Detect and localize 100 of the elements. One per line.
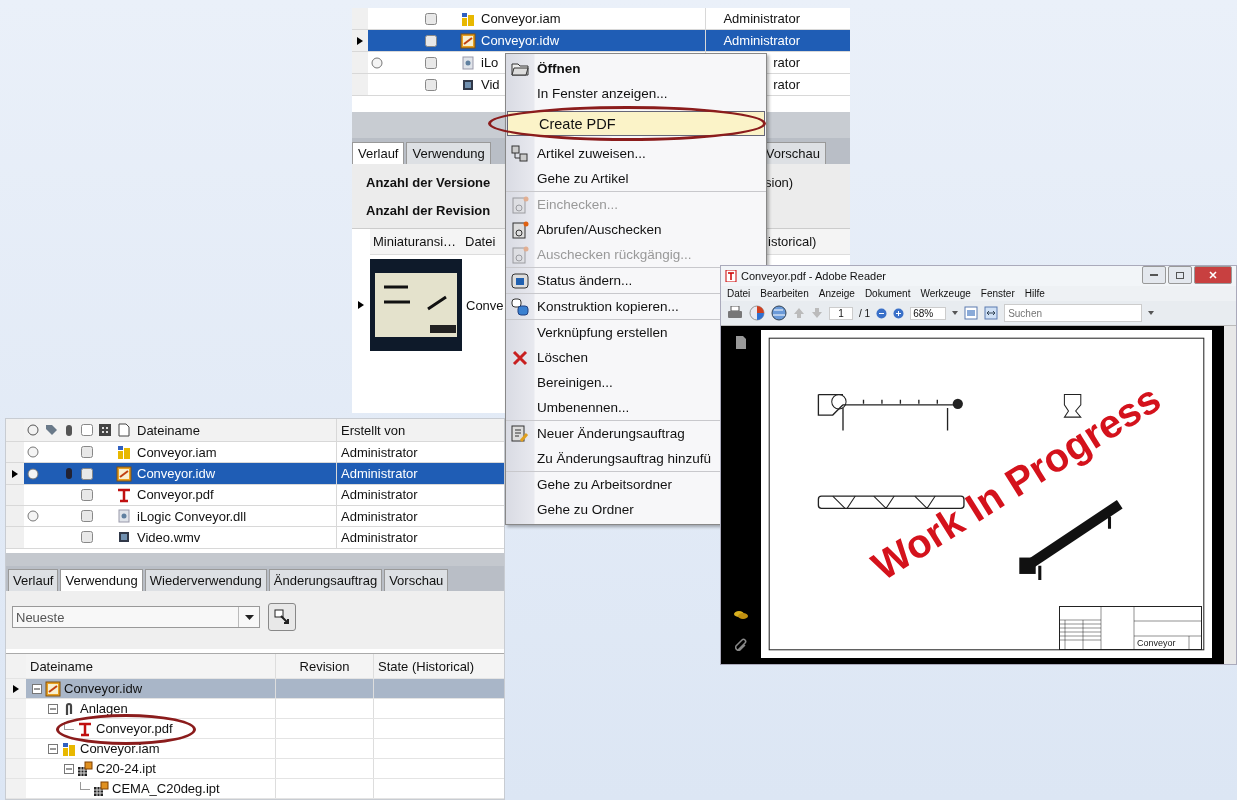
coins-icon[interactable] — [734, 610, 748, 620]
collapse-box-icon[interactable] — [64, 763, 74, 774]
file-row[interactable]: Conveyor.idw Administrator — [6, 463, 504, 485]
search-field[interactable]: Suchen — [1004, 304, 1143, 322]
menu-item[interactable]: Umbenennen... — [534, 400, 630, 415]
drawing-file-icon — [45, 680, 61, 697]
minimize-button[interactable] — [1142, 266, 1166, 284]
magnifier-arrow-icon — [274, 609, 290, 625]
tree-row[interactable]: Conveyor.idw — [6, 679, 504, 699]
tree-row[interactable]: Anlagen — [6, 699, 504, 719]
tab[interactable]: Änderungsauftrag — [268, 569, 383, 591]
file-row[interactable]: Conveyor.idw Administrator — [352, 30, 850, 52]
maximize-button[interactable] — [1168, 266, 1192, 284]
column-header[interactable]: istorical) — [765, 229, 850, 255]
checkbox-icon[interactable] — [425, 12, 437, 25]
menu-item[interactable]: Konstruktion kopieren... — [534, 299, 679, 314]
paperclip-icon[interactable] — [735, 638, 747, 652]
zoom-field[interactable]: 68% — [910, 306, 947, 320]
page-icon — [118, 423, 130, 438]
file-name: Conveyor.pdf — [134, 484, 337, 505]
column-header[interactable]: Erstellt von — [337, 419, 504, 442]
go-to-button[interactable] — [268, 603, 296, 631]
caret-icon — [244, 614, 254, 620]
menu-item[interactable]: Bearbeiten — [760, 288, 809, 299]
creator-name: Administrator — [340, 528, 419, 547]
tree-row[interactable]: C20-24.ipt — [6, 759, 504, 779]
checkbox-icon[interactable] — [81, 446, 93, 459]
menu-item[interactable]: Fenster — [980, 288, 1015, 299]
library-file-icon — [460, 54, 476, 71]
menu-item[interactable]: Werkzeuge — [920, 288, 971, 299]
close-button[interactable] — [1194, 266, 1232, 284]
caret-icon[interactable] — [1148, 311, 1155, 315]
status-column-icon — [27, 424, 39, 437]
checkbox-icon[interactable] — [425, 56, 437, 69]
caret-icon[interactable] — [952, 311, 959, 315]
collapse-box-icon[interactable] — [32, 683, 42, 694]
menu-item[interactable]: Bereinigen... — [534, 375, 613, 390]
collapse-box-icon[interactable] — [48, 703, 58, 714]
file-name: Anlagen — [80, 701, 128, 716]
tab[interactable]: Wiederverwendung — [144, 569, 267, 591]
minimize-icon — [1150, 273, 1158, 277]
tab[interactable]: Verlauf — [352, 142, 405, 164]
drawing-file-icon — [460, 32, 476, 49]
share-icon[interactable] — [749, 305, 765, 321]
scrollbar[interactable] — [1224, 326, 1236, 664]
zoom-in-icon[interactable] — [893, 307, 905, 319]
column-header[interactable]: Dateiname — [134, 419, 337, 442]
menu-item[interactable]: Hilfe — [1024, 288, 1045, 299]
menu-item[interactable]: Abrufen/Auschecken — [534, 222, 662, 237]
globe-icon[interactable] — [771, 305, 787, 321]
menu-item[interactable]: Create PDF — [507, 111, 765, 136]
menu-item[interactable]: Gehe zu Artikel — [534, 171, 629, 186]
fit-width-icon[interactable] — [984, 306, 999, 320]
part-file-icon — [93, 780, 109, 797]
checkbox-column-icon — [81, 424, 93, 437]
page-number-field[interactable]: 1 — [829, 306, 853, 320]
document-icon — [511, 195, 529, 214]
version-dropdown[interactable]: Neueste — [12, 606, 260, 628]
column-header[interactable]: Dateiname — [26, 654, 276, 678]
tree-row[interactable]: CEMA_C20deg.ipt — [6, 779, 504, 799]
maximize-icon — [1176, 271, 1184, 279]
menu-item[interactable]: Datei — [727, 288, 751, 299]
file-row[interactable]: Video.wmv Administrator — [6, 527, 504, 549]
menu-item[interactable]: Öffnen — [534, 61, 581, 76]
tab[interactable]: Vorschau — [384, 569, 449, 591]
checkbox-icon[interactable] — [81, 467, 93, 480]
checkbox-icon[interactable] — [81, 510, 93, 523]
file-name: C20-24.ipt — [96, 761, 156, 776]
checkbox-icon[interactable] — [81, 488, 93, 501]
collapse-box-icon[interactable] — [48, 743, 58, 754]
row-pointer-icon — [357, 36, 363, 45]
menu-item[interactable]: Gehe zu Arbeitsordner — [534, 477, 673, 492]
row-pointer-icon — [12, 469, 18, 478]
tab[interactable]: Verwendung — [406, 142, 491, 164]
pages-icon[interactable] — [736, 336, 746, 349]
menu-item[interactable]: Artikel zuweisen... — [534, 146, 646, 161]
fit-page-icon[interactable] — [964, 306, 979, 320]
pdf-file-icon — [116, 486, 132, 503]
checkbox-icon[interactable] — [425, 78, 437, 91]
menu-item[interactable]: Anzeige — [818, 288, 855, 299]
menu-item[interactable]: Zu Änderungsauftrag hinzufü — [534, 451, 712, 466]
column-header[interactable]: State (Historical) — [374, 654, 504, 678]
column-header[interactable]: Miniaturansi… — [370, 229, 462, 255]
zoom-out-icon[interactable] — [876, 307, 888, 319]
printer-icon[interactable] — [727, 306, 743, 320]
checkbox-icon[interactable] — [425, 34, 437, 47]
file-row[interactable]: iLogic Conveyor.dll Administrator — [6, 506, 504, 528]
tab[interactable]: Verlauf — [8, 569, 59, 591]
menu-item[interactable]: Status ändern... — [534, 273, 633, 288]
checkbox-icon[interactable] — [81, 531, 93, 544]
file-row[interactable]: Conveyor.pdf Administrator — [6, 484, 504, 506]
menu-item[interactable]: Verknüpfung erstellen — [534, 325, 668, 340]
tab[interactable]: Verwendung — [60, 569, 143, 591]
menu-item[interactable]: Löschen — [534, 350, 589, 365]
menu-item[interactable]: Dokument — [864, 288, 911, 299]
column-header[interactable]: Revision — [276, 654, 374, 678]
menu-item[interactable]: Gehe zu Ordner — [534, 502, 634, 517]
tree-row[interactable]: Conveyor.iam — [6, 739, 504, 759]
creator-name: Administrator — [340, 507, 419, 526]
menu-item[interactable]: Neuer Änderungsauftrag — [534, 426, 685, 441]
